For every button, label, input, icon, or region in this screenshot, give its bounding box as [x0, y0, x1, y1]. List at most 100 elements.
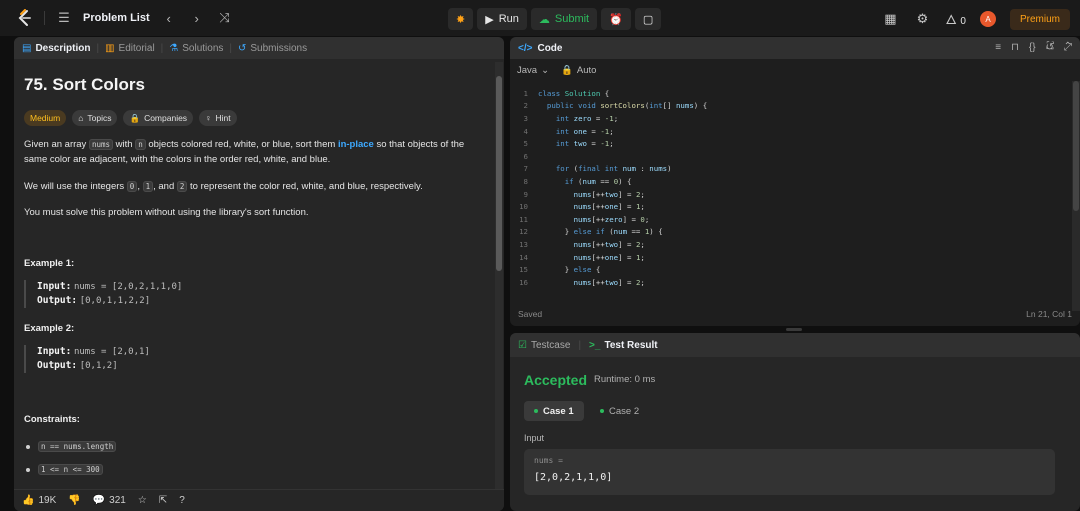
topics-tag[interactable]: ⌂ Topics [72, 110, 118, 126]
tab-description[interactable]: ▤ Description [22, 43, 90, 54]
code-line[interactable]: 8 if (num == 0) { [510, 175, 1070, 188]
scroll-thumb[interactable] [1073, 81, 1079, 211]
tab-divider: | [578, 339, 582, 351]
tab-editorial[interactable]: ▥ Editorial [105, 43, 155, 54]
line-content: class Solution { [538, 88, 610, 98]
leetcode-logo-icon[interactable] [14, 8, 34, 28]
description-icon: ▤ [22, 42, 32, 54]
bullet-icon [26, 444, 30, 449]
shuffle-icon[interactable]: ⤨ [216, 10, 234, 26]
thumbs-down-icon[interactable]: 👎 [68, 495, 80, 506]
timer-button[interactable]: ⏰ [601, 8, 631, 30]
problem-tags: Medium ⌂ Topics 🔒 Companies ♀ Hint [24, 110, 237, 126]
line-number: 15 [519, 265, 528, 275]
submit-label: Submit [554, 13, 590, 25]
companies-tag[interactable]: 🔒 Companies [123, 110, 194, 126]
code-line[interactable]: 16 nums[++two] = 2; [510, 276, 1070, 289]
play-icon: ▶ [485, 13, 494, 26]
star-icon[interactable]: ☆ [138, 495, 147, 506]
braces-icon[interactable]: {} [1029, 42, 1036, 53]
list-icon[interactable]: ☰ [55, 10, 73, 26]
runtime-text: Runtime: 0 ms [594, 374, 656, 385]
run-label: Run [498, 13, 519, 25]
tab-testcase[interactable]: ☑ Testcase [518, 340, 570, 351]
code-line[interactable]: 9 nums[++two] = 2; [510, 188, 1070, 201]
test-panel: ☑ Testcase | >_ Test Result Accepted Run… [510, 333, 1080, 511]
bug-icon: ✸ [456, 13, 466, 26]
hint-tag[interactable]: ♀ Hint [199, 110, 237, 126]
code-line[interactable]: 5 int two = -1; [510, 137, 1070, 150]
tab-solutions[interactable]: ⚗ Solutions [169, 43, 223, 54]
text-segment: We will use the integers [24, 181, 127, 192]
code-line[interactable]: 10 nums[++one] = 1; [510, 200, 1070, 213]
example-1-block: Input: nums = [2,0,2,1,1,0] Output: [0,0… [24, 280, 182, 308]
example-2-title: Example 2: [24, 323, 75, 334]
verdict-status: Accepted [524, 372, 588, 388]
user-avatar[interactable]: A [979, 11, 996, 27]
tab-editorial-label: Editorial [118, 42, 155, 54]
bookmark-icon[interactable]: ⊓ [1011, 42, 1019, 53]
lock-icon: 🔒 [561, 64, 573, 76]
format-icon[interactable]: ≡ [995, 42, 1001, 53]
reset-icon[interactable]: ↺ [1046, 42, 1054, 53]
streak-flame-icon[interactable]: 🜂 0 [945, 6, 966, 32]
code-panel: </> Code ⛶ ⌃ Java ⌄ 🔒 Auto ≡ ⊓ {} ↺ ⤢ 1c… [510, 37, 1080, 326]
settings-gear-icon[interactable]: ⚙ [913, 11, 931, 27]
bullet-icon [26, 467, 30, 472]
language-select[interactable]: Java ⌄ [517, 65, 549, 76]
chevron-right-icon[interactable]: › [188, 11, 206, 26]
topics-label: Topics [87, 113, 112, 123]
editor-scrollbar[interactable] [1072, 81, 1080, 311]
auto-mode-toggle[interactable]: 🔒 Auto [561, 65, 596, 76]
like-count: 19K [38, 495, 57, 506]
case-1-button[interactable]: Case 1 [524, 401, 584, 421]
code-line[interactable]: 12 } else if (num == 1) { [510, 226, 1070, 239]
text-segment: to represent the color red, white, and b… [187, 181, 423, 192]
share-icon[interactable]: ⇱ [159, 495, 167, 506]
tab-test-result[interactable]: >_ Test Result [589, 340, 658, 351]
case-2-button[interactable]: Case 2 [590, 401, 649, 421]
text-segment: same color are adjacent, with the colors… [24, 154, 331, 165]
expand-icon[interactable]: ⤢ [1064, 42, 1072, 53]
panel-resize-handle[interactable] [786, 328, 802, 331]
code-line[interactable]: 7 for (final int num : nums) [510, 163, 1070, 176]
problem-list-link[interactable]: Problem List [83, 12, 150, 24]
description-scrollbar[interactable] [495, 62, 503, 508]
run-button[interactable]: ▶ Run [477, 8, 527, 30]
code-line[interactable]: 2 public void sortColors(int[] nums) { [510, 100, 1070, 113]
line-number: 4 [523, 126, 528, 136]
tab-result-label: Test Result [604, 339, 658, 351]
code-line[interactable]: 1 class Solution { [510, 87, 1070, 100]
tab-submissions[interactable]: ↺ Submissions [238, 43, 307, 54]
layout-grid-icon[interactable]: ▦ [881, 11, 899, 27]
code-line[interactable]: 3 int zero = -1; [510, 112, 1070, 125]
line-content: int two = -1; [555, 139, 614, 149]
notes-button[interactable]: ▢ [634, 8, 662, 30]
code-line[interactable]: 15 } else { [510, 263, 1070, 276]
constraint-item: 1 <= n <= 300 [26, 464, 103, 475]
chevron-left-icon[interactable]: ‹ [160, 11, 178, 26]
case-2-label: Case 2 [609, 405, 640, 417]
input-label: Input: [37, 346, 72, 357]
comments-button[interactable]: 💬 321 [93, 495, 126, 506]
code-line[interactable]: 11 nums[++zero] = 0; [510, 213, 1070, 226]
code-line[interactable]: 13 nums[++two] = 2; [510, 238, 1070, 251]
code-editor[interactable]: 1 class Solution { 2 public void sortColor… [510, 87, 1070, 297]
inline-code: 1 [142, 181, 154, 192]
premium-button[interactable]: Premium [1009, 8, 1070, 30]
comment-icon: 💬 [92, 495, 106, 506]
scroll-thumb[interactable] [496, 76, 502, 271]
code-line[interactable]: 4 int one = -1; [510, 125, 1070, 138]
code-line[interactable]: 6 [510, 150, 1070, 163]
in-place-link[interactable]: in-place [338, 139, 374, 150]
line-number: 1 [523, 88, 528, 98]
line-content: public void sortColors(int[] nums) { [546, 101, 708, 111]
code-line[interactable]: 14 nums[++one] = 1; [510, 251, 1070, 264]
help-icon[interactable]: ? [179, 495, 185, 506]
debug-button[interactable]: ✸ [448, 8, 474, 30]
book-icon: ▥ [105, 42, 115, 54]
like-button[interactable]: 👍 19K [22, 495, 56, 506]
comment-count: 321 [109, 495, 126, 506]
submit-button[interactable]: ☁ Submit [530, 8, 598, 30]
mode-value: Auto [576, 64, 597, 76]
